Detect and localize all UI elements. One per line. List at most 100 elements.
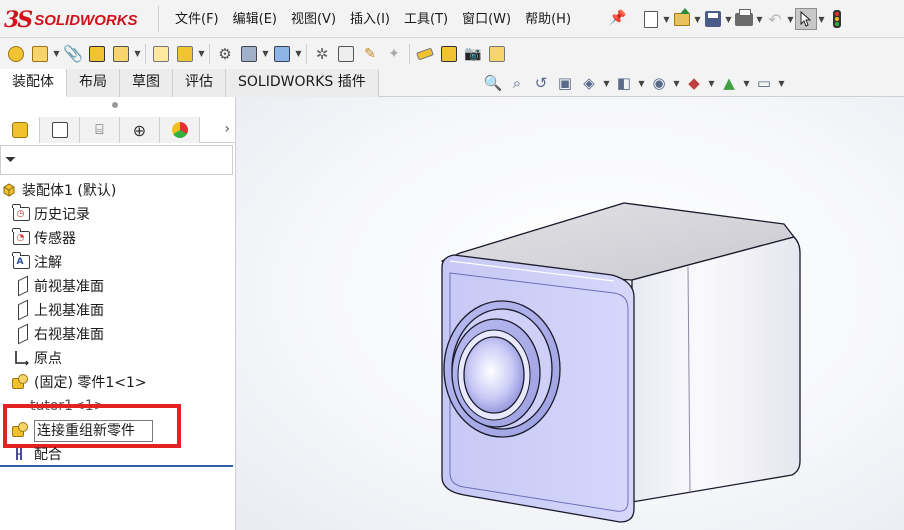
edit-component-button[interactable] xyxy=(149,42,173,66)
chevron-down-icon[interactable]: ▼ xyxy=(755,15,764,24)
mate-button[interactable]: 📎 xyxy=(61,42,85,66)
tree-item-right-plane[interactable]: 右视基准面 xyxy=(12,322,104,346)
view-settings-button[interactable]: ▭ xyxy=(753,73,775,93)
tree-item-sensors[interactable]: ◔ 传感器 xyxy=(12,226,76,250)
instant3d-button[interactable]: ✦ xyxy=(382,42,406,66)
edit-appearance-button[interactable]: ◆ xyxy=(683,73,705,93)
camera-housing-model[interactable] xyxy=(236,97,904,530)
menu-file[interactable]: 文件(F) xyxy=(168,10,226,30)
tab-feature-manager[interactable] xyxy=(0,117,40,143)
snapshot-button[interactable]: 📷 xyxy=(461,42,485,66)
component-preview-button[interactable] xyxy=(85,42,109,66)
apply-scene-button[interactable]: ▲ xyxy=(718,73,740,93)
explode-view-button[interactable]: ✲ xyxy=(310,42,334,66)
chevron-down-icon[interactable]: ▼ xyxy=(707,79,716,88)
exploded-line-button[interactable]: ✎ xyxy=(358,42,382,66)
hide-show-button[interactable]: ◉ xyxy=(648,73,670,93)
tree-root-assembly[interactable]: 装配体1 (默认) xyxy=(0,178,116,202)
section-view-button[interactable]: ▣ xyxy=(554,73,576,93)
panel-splitter-handle[interactable] xyxy=(112,102,118,108)
speedpak-button[interactable] xyxy=(485,42,509,66)
new-part-button[interactable] xyxy=(28,42,52,66)
tree-item-origin[interactable]: 原点 xyxy=(12,346,62,370)
pin-icon[interactable]: 📌 xyxy=(609,10,627,28)
insert-component-button[interactable] xyxy=(4,42,28,66)
reference-geometry-button[interactable] xyxy=(270,42,294,66)
menu-view[interactable]: 视图(V) xyxy=(284,10,343,30)
menu-edit[interactable]: 编辑(E) xyxy=(226,10,284,30)
chevron-down-icon[interactable]: ▼ xyxy=(724,15,733,24)
select-button[interactable] xyxy=(795,8,817,30)
assembly-features-button[interactable] xyxy=(237,42,261,66)
chevron-down-icon[interactable]: ▼ xyxy=(261,49,270,58)
chevron-down-icon[interactable]: ▼ xyxy=(197,49,206,58)
chevron-down-icon[interactable]: ▼ xyxy=(637,79,646,88)
chevron-down-icon[interactable]: ▼ xyxy=(294,49,303,58)
zoom-area-icon: ⌕ xyxy=(512,74,522,92)
chevron-down-icon[interactable]: ▼ xyxy=(693,15,702,24)
tab-sketch[interactable]: 草图 xyxy=(120,69,173,97)
tree-item-annotations[interactable]: A 注解 xyxy=(12,250,62,274)
zoom-to-fit-button[interactable]: 🔍 xyxy=(482,73,504,93)
large-assembly-button[interactable] xyxy=(437,42,461,66)
rollback-bar[interactable] xyxy=(0,465,233,467)
save-button[interactable] xyxy=(702,8,724,30)
tab-display-manager[interactable] xyxy=(160,117,200,143)
tree-item-label: 配合 xyxy=(34,447,62,463)
chevron-down-icon[interactable]: ▼ xyxy=(52,49,61,58)
tab-configuration-manager[interactable]: ⌸ xyxy=(80,117,120,143)
tab-evaluate[interactable]: 评估 xyxy=(173,69,226,97)
graphics-area[interactable] xyxy=(236,97,904,530)
tree-item-mates[interactable]: 配合 xyxy=(12,442,62,466)
chevron-down-icon[interactable]: ▼ xyxy=(742,79,751,88)
menu-window[interactable]: 窗口(W) xyxy=(455,10,518,30)
chevron-down-icon[interactable]: ▼ xyxy=(133,49,142,58)
menu-insert[interactable]: 插入(I) xyxy=(343,10,397,30)
bill-of-materials-button[interactable] xyxy=(334,42,358,66)
plane-icon xyxy=(12,275,30,297)
tree-item-part1[interactable]: (固定) 零件1<1> xyxy=(12,370,147,394)
tree-item-top-plane[interactable]: 上视基准面 xyxy=(12,298,104,322)
tree-item-front-plane[interactable]: 前视基准面 xyxy=(12,274,104,298)
tree-filter-bar[interactable]: ⏷ xyxy=(0,145,233,175)
scene-icon: ▲ xyxy=(723,74,735,92)
undo-button[interactable]: ↶ xyxy=(764,8,786,30)
menu-help[interactable]: 帮助(H) xyxy=(518,10,578,30)
smart-fasteners-button[interactable]: ⚙ xyxy=(213,42,237,66)
ruler-icon xyxy=(416,47,434,60)
tab-solidworks-addins[interactable]: SOLIDWORKS 插件 xyxy=(226,69,379,97)
view-orientation-button[interactable]: ◈ xyxy=(578,73,600,93)
solidworks-logo[interactable]: 3S SOLIDWORKS xyxy=(4,7,138,33)
crosshair-icon: ⊕ xyxy=(132,120,147,140)
new-document-button[interactable] xyxy=(640,8,662,30)
chevron-right-icon[interactable]: › xyxy=(224,121,230,137)
chevron-down-icon[interactable]: ▼ xyxy=(817,15,826,24)
tab-property-manager[interactable] xyxy=(40,117,80,143)
reference-geometry-icon xyxy=(274,45,290,62)
print-button[interactable] xyxy=(733,8,755,30)
command-tabs: 装配体 布局 草图 评估 SOLIDWORKS 插件 xyxy=(0,69,379,97)
bom-icon xyxy=(338,45,354,62)
chevron-down-icon[interactable]: ▼ xyxy=(672,79,681,88)
move-component-button[interactable] xyxy=(173,42,197,66)
chevron-down-icon[interactable]: ▼ xyxy=(786,15,795,24)
ds-logo-mark: 3S xyxy=(4,7,33,33)
rebuild-button[interactable] xyxy=(826,8,848,30)
tree-item-history[interactable]: ◷ 历史记录 xyxy=(12,202,90,226)
zoom-to-area-button[interactable]: ⌕ xyxy=(506,73,528,93)
large-assembly-icon xyxy=(441,45,457,62)
filter-icon[interactable]: ⏷ xyxy=(5,152,16,168)
measure-button[interactable] xyxy=(413,42,437,66)
tree-item-label: (固定) 零件1<1> xyxy=(34,375,147,391)
tab-layout[interactable]: 布局 xyxy=(67,69,120,97)
chevron-down-icon[interactable]: ▼ xyxy=(662,15,671,24)
previous-view-button[interactable]: ↺ xyxy=(530,73,552,93)
menu-tools[interactable]: 工具(T) xyxy=(397,10,455,30)
display-style-button[interactable]: ◧ xyxy=(613,73,635,93)
tab-assembly[interactable]: 装配体 xyxy=(0,69,67,97)
tab-dimxpert-manager[interactable]: ⊕ xyxy=(120,117,160,143)
chevron-down-icon[interactable]: ▼ xyxy=(777,79,786,88)
linear-pattern-button[interactable] xyxy=(109,42,133,66)
chevron-down-icon[interactable]: ▼ xyxy=(602,79,611,88)
open-button[interactable] xyxy=(671,7,693,30)
